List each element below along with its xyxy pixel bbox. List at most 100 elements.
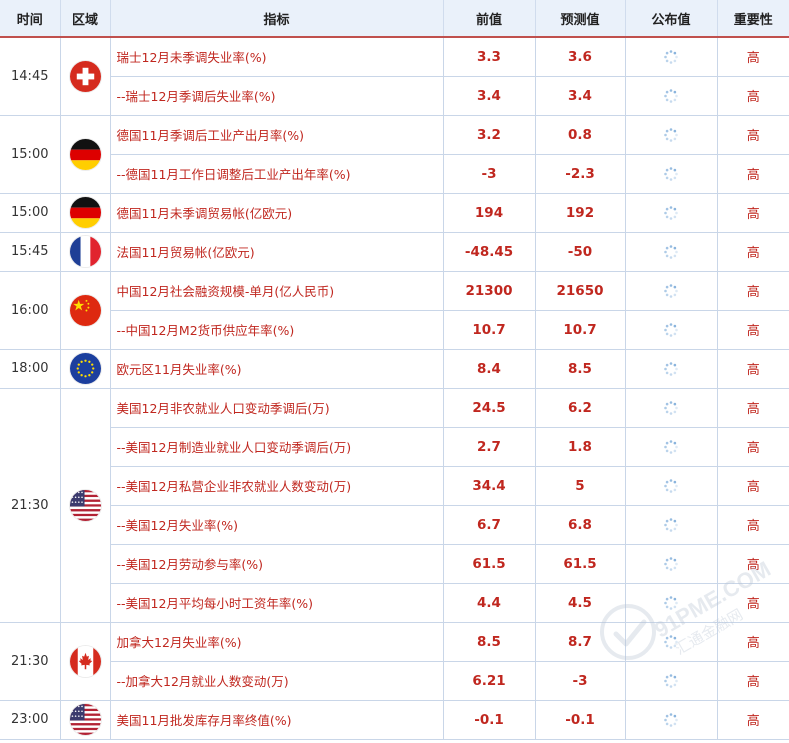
- table-row: 15:00 德国11月未季调贸易帐(亿欧元) 194 192 高: [0, 192, 789, 233]
- table-row: --美国12月制造业就业人口变动季调后(万) 2.7 1.8 高: [0, 426, 789, 467]
- loading-spinner-icon: [663, 673, 679, 688]
- importance-level: 高: [716, 348, 789, 389]
- previous-value: 4.4: [442, 582, 536, 623]
- table-row: 15:45 法国11月贸易帐(亿欧元) -48.45 -50 高: [0, 231, 789, 272]
- previous-value: 3.4: [442, 75, 536, 116]
- importance-level: 高: [716, 426, 789, 467]
- importance-level: 高: [716, 543, 789, 584]
- previous-value: 10.7: [442, 309, 536, 350]
- loading-spinner-icon: [663, 205, 679, 220]
- loading-spinner-icon: [663, 88, 679, 103]
- previous-value: 8.4: [442, 348, 536, 389]
- table-row: 21:30 美国12月非农就业人口变动季调后(万) 24.5 6.2 高: [0, 387, 789, 623]
- header-importance: 重要性: [717, 0, 789, 38]
- indicator-name: 美国11月批发库存月率终值(%): [109, 699, 444, 740]
- importance-level: 高: [716, 504, 789, 545]
- table-row: --美国12月平均每小时工资年率(%) 4.4 4.5 高: [0, 582, 789, 623]
- event-time: 15:45: [0, 231, 61, 272]
- region-cell: [59, 387, 111, 623]
- event-time: 16:00: [0, 270, 61, 350]
- indicator-name: --美国12月私营企业非农就业人数变动(万): [110, 465, 444, 506]
- previous-value: 6.21: [442, 660, 536, 701]
- importance-level: 高: [716, 309, 789, 350]
- forecast-value: 10.7: [534, 309, 626, 350]
- forecast-value: -50: [534, 231, 626, 272]
- table-row: --美国12月劳动参与率(%) 61.5 61.5 高: [0, 543, 789, 584]
- actual-value-cell: [624, 231, 718, 272]
- table-row: 23:00 美国11月批发库存月率终值(%) -0.1 -0.1 高: [0, 699, 789, 740]
- canada-flag-icon: [69, 645, 101, 677]
- header-forecast: 预测值: [535, 0, 626, 38]
- event-time: 14:45: [0, 36, 61, 116]
- region-cell: [59, 348, 111, 389]
- table-row: --瑞士12月季调后失业率(%) 3.4 3.4 高: [0, 75, 789, 116]
- actual-value-cell: [624, 387, 718, 428]
- actual-value-cell: [624, 699, 718, 740]
- germany-flag-icon: [69, 197, 101, 228]
- previous-value: 2.7: [442, 426, 536, 467]
- indicator-name: 加拿大12月失业率(%): [109, 621, 444, 662]
- forecast-value: -3: [534, 660, 626, 701]
- event-time: 15:00: [0, 114, 61, 194]
- region-cell: [59, 114, 111, 194]
- china-flag-icon: [69, 294, 101, 326]
- actual-value-cell: [624, 309, 718, 350]
- importance-level: 高: [716, 465, 789, 506]
- event-time: 23:00: [0, 699, 61, 740]
- loading-spinner-icon: [663, 517, 679, 532]
- table-row: --美国12月私营企业非农就业人数变动(万) 34.4 5 高: [0, 465, 789, 506]
- header-indicator: 指标: [110, 0, 444, 38]
- loading-spinner-icon: [663, 49, 679, 64]
- actual-value-cell: [624, 36, 718, 77]
- indicator-name: 美国12月非农就业人口变动季调后(万): [109, 387, 444, 428]
- actual-value-cell: [624, 153, 718, 194]
- forecast-value: 5: [534, 465, 626, 506]
- previous-value: 34.4: [442, 465, 536, 506]
- table-row: 21:30 加拿大12月失业率(%) 8.5 8.7 高: [0, 621, 789, 701]
- previous-value: 3.3: [442, 36, 536, 77]
- importance-level: 高: [716, 36, 789, 77]
- importance-level: 高: [716, 114, 789, 155]
- forecast-value: 6.8: [534, 504, 626, 545]
- table-row: 14:45 瑞士12月未季调失业率(%) 3.3 3.6 高: [0, 36, 789, 116]
- region-cell: [59, 36, 111, 116]
- event-time: 18:00: [0, 348, 61, 389]
- region-cell: [59, 621, 111, 701]
- previous-value: -3: [442, 153, 536, 194]
- forecast-value: -2.3: [534, 153, 626, 194]
- loading-spinner-icon: [663, 634, 679, 649]
- header-time: 时间: [0, 0, 61, 38]
- actual-value-cell: [624, 192, 718, 233]
- previous-value: 21300: [442, 270, 536, 311]
- indicator-name: 中国12月社会融资规模-单月(亿人民币): [109, 270, 444, 311]
- forecast-value: 1.8: [534, 426, 626, 467]
- indicator-name: --中国12月M2货币供应年率(%): [110, 309, 444, 350]
- table-row: 16:00 中国12月社会融资规模-单月(亿人民币) 21300 21650 高: [0, 270, 789, 350]
- previous-value: 8.5: [442, 621, 536, 662]
- actual-value-cell: [624, 465, 718, 506]
- actual-value-cell: [624, 504, 718, 545]
- previous-value: 3.2: [442, 114, 536, 155]
- actual-value-cell: [624, 270, 718, 311]
- event-time: 21:30: [0, 387, 61, 623]
- loading-spinner-icon: [663, 244, 679, 259]
- loading-spinner-icon: [663, 283, 679, 298]
- switzerland-flag-icon: [69, 60, 101, 92]
- indicator-name: --美国12月平均每小时工资年率(%): [110, 582, 444, 623]
- loading-spinner-icon: [663, 322, 679, 337]
- forecast-value: 4.5: [534, 582, 626, 623]
- event-time: 21:30: [0, 621, 61, 701]
- forecast-value: -0.1: [534, 699, 626, 740]
- loading-spinner-icon: [663, 127, 679, 142]
- economic-calendar-table: 时间 区域 指标 前值 预测值 公布值 重要性 14:45 瑞士12月未季调失业率…: [0, 0, 789, 740]
- table-row: 18:00 欧元区11月失业率(%) 8.4 8.5 高: [0, 348, 789, 389]
- indicator-name: 德国11月季调后工业产出月率(%): [109, 114, 444, 155]
- importance-level: 高: [716, 192, 789, 233]
- loading-spinner-icon: [663, 712, 679, 727]
- importance-level: 高: [716, 621, 789, 662]
- loading-spinner-icon: [663, 166, 679, 181]
- importance-level: 高: [716, 75, 789, 116]
- forecast-value: 8.7: [534, 621, 626, 662]
- previous-value: -0.1: [442, 699, 536, 740]
- loading-spinner-icon: [663, 361, 679, 376]
